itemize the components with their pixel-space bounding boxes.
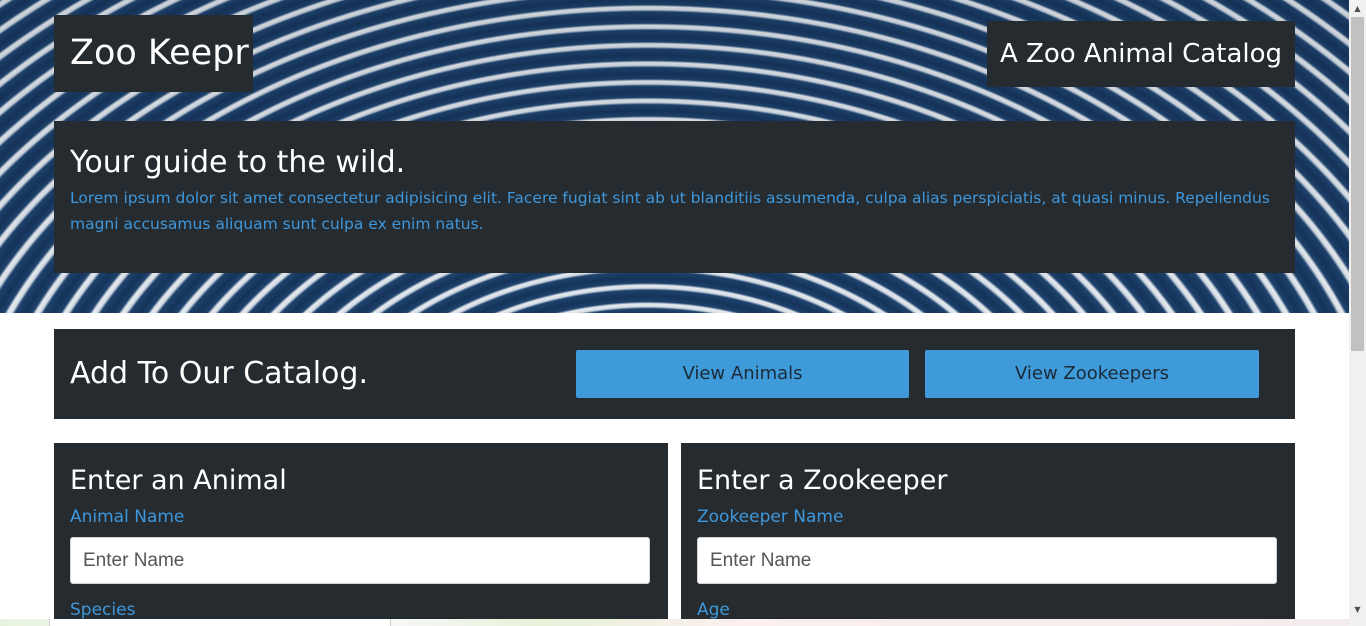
catalog-title: Add To Our Catalog. [70,356,368,391]
zookeeper-name-label: Zookeeper Name [697,507,844,527]
chevron-down-icon[interactable]: ▼ [1349,601,1366,618]
scrollbar-thumb[interactable] [1351,17,1364,351]
intro-jumbotron: Your guide to the wild. Lorem ipsum dolo… [54,121,1295,273]
zookeeper-form: Enter a Zookeeper Zookeeper Name Age [681,443,1295,626]
view-animals-button[interactable]: View Animals [576,350,909,398]
bottom-pane [49,619,391,626]
animal-name-input[interactable] [70,537,650,584]
animal-form: Enter an Animal Animal Name Species [54,443,668,626]
vertical-scrollbar[interactable]: ▲ ▼ [1349,0,1366,626]
bottom-edge-strip [0,619,1349,626]
animal-name-label: Animal Name [70,507,185,527]
zookeeper-name-input[interactable] [697,537,1277,584]
zookeeper-form-title: Enter a Zookeeper [697,465,948,496]
view-zookeepers-button[interactable]: View Zookeepers [925,350,1259,398]
catalog-bar: Add To Our Catalog. View Animals View Zo… [54,329,1295,419]
brand-logo[interactable]: Zoo Keepr [54,15,253,92]
animal-form-title: Enter an Animal [70,465,287,496]
site-tagline: A Zoo Animal Catalog [987,21,1295,87]
intro-title: Your guide to the wild. [70,145,406,180]
intro-text: Lorem ipsum dolor sit amet consectetur a… [70,189,1270,233]
chevron-up-icon[interactable]: ▲ [1349,0,1366,17]
